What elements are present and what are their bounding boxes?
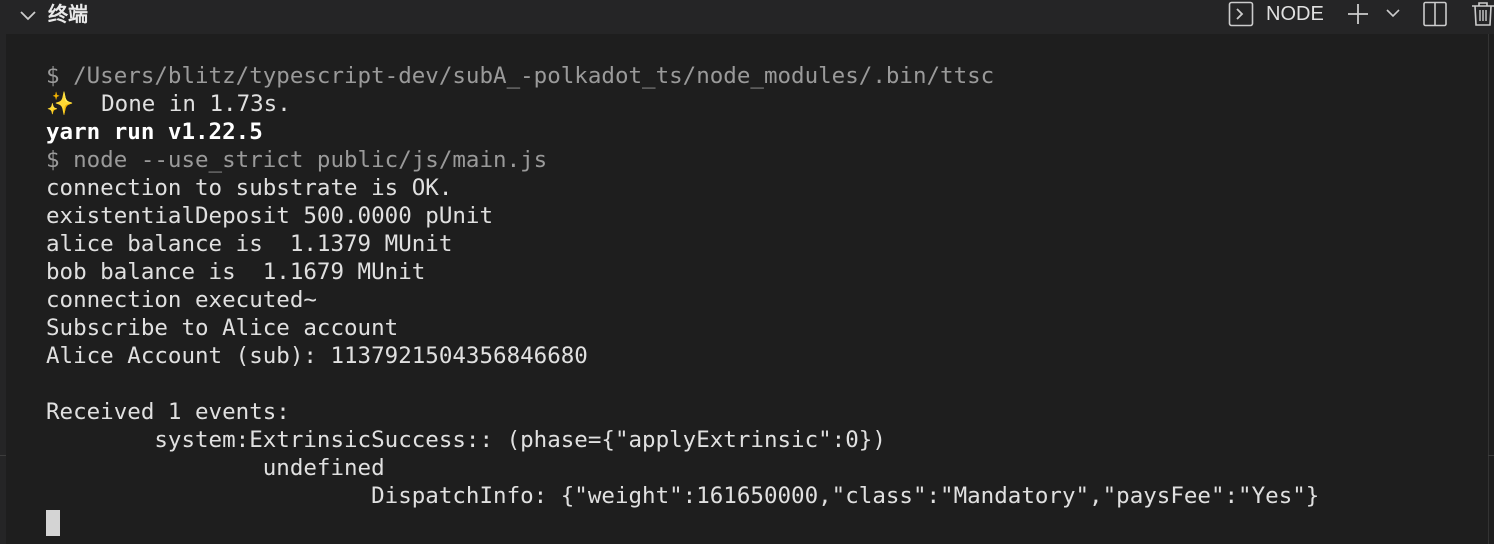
terminal-line: ✨ Done in 1.73s. — [46, 90, 1474, 118]
chevron-down-icon[interactable] — [18, 6, 38, 26]
terminal-line-text: existentialDeposit 500.0000 pUnit — [46, 203, 494, 229]
panel-header: 终端 NODE — [6, 0, 1494, 34]
edge-mark — [0, 455, 6, 456]
terminal-icon[interactable] — [1228, 1, 1254, 27]
terminal-line-text: undefined — [46, 455, 385, 481]
scrollbar[interactable] — [1488, 0, 1494, 544]
terminal-line: Alice Account (sub): 1137921504356846680 — [46, 342, 1474, 370]
terminal-line-text: yarn run v1.22.5 — [46, 119, 263, 145]
terminal-line-text: Done in 1.73s. — [74, 91, 291, 117]
new-terminal-plus-icon[interactable] — [1346, 2, 1370, 26]
terminal-line: connection executed~ — [46, 286, 1474, 314]
left-edge — [0, 0, 6, 544]
terminal-line: yarn run v1.22.5 — [46, 118, 1474, 146]
terminal-line-text: Received 1 events: — [46, 399, 290, 425]
terminal-line-text: $ node --use_strict public/js/main.js — [46, 147, 548, 173]
edge-mark — [1488, 455, 1494, 456]
terminal-line: $ /Users/blitz/typescript-dev/subA_-polk… — [46, 62, 1474, 90]
terminal-line: Subscribe to Alice account — [46, 314, 1474, 342]
terminal-line-text: connection to substrate is OK. — [46, 175, 453, 201]
terminal-line: Received 1 events: — [46, 398, 1474, 426]
terminal-line: DispatchInfo: {"weight":161650000,"class… — [46, 482, 1474, 510]
terminal-line: undefined — [46, 454, 1474, 482]
terminal-line-text: DispatchInfo: {"weight":161650000,"class… — [46, 483, 1320, 509]
split-terminal-icon[interactable] — [1422, 1, 1448, 27]
terminal-line: connection to substrate is OK. — [46, 174, 1474, 202]
terminal-selector[interactable]: NODE — [1266, 1, 1324, 27]
terminal-cursor — [46, 510, 60, 536]
terminal-line: existentialDeposit 500.0000 pUnit — [46, 202, 1474, 230]
trash-icon[interactable] — [1470, 1, 1494, 27]
terminal-line-text: bob balance is 1.1679 MUnit — [46, 259, 426, 285]
terminal-line-text: Alice Account (sub): 1137921504356846680 — [46, 343, 588, 369]
terminal-line: system:ExtrinsicSuccess:: (phase={"apply… — [46, 426, 1474, 454]
panel-title: 终端 — [48, 2, 88, 26]
terminal-line-text: $ /Users/blitz/typescript-dev/subA_-polk… — [46, 63, 995, 89]
terminal-output[interactable]: $ /Users/blitz/typescript-dev/subA_-polk… — [46, 62, 1474, 544]
terminal-line: alice balance is 1.1379 MUnit — [46, 230, 1474, 258]
terminal-line-text: connection executed~ — [46, 287, 317, 313]
terminal-dropdown-chevron-icon[interactable] — [1384, 4, 1402, 22]
sparkle-icon: ✨ — [46, 91, 75, 117]
terminal-line: $ node --use_strict public/js/main.js — [46, 146, 1474, 174]
terminal-line: bob balance is 1.1679 MUnit — [46, 258, 1474, 286]
terminal-line-text: alice balance is 1.1379 MUnit — [46, 231, 453, 257]
terminal-line-text: system:ExtrinsicSuccess:: (phase={"apply… — [46, 427, 886, 453]
terminal-line-text: Subscribe to Alice account — [46, 315, 399, 341]
